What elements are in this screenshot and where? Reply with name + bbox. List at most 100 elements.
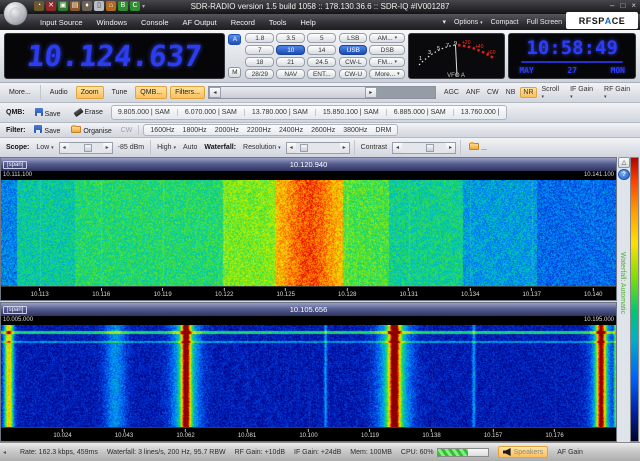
speakers-button[interactable]: Speakers (498, 446, 549, 458)
contrast-slider[interactable]: ◂ ▸ (392, 142, 456, 154)
qmb-memory-3[interactable]: 13.780.000 | SAM (250, 108, 310, 117)
mode-dsb[interactable]: DSB (369, 45, 405, 55)
menu-console[interactable]: Console (141, 18, 169, 27)
band-1-8[interactable]: 1.8 (245, 33, 274, 43)
resolution-slider[interactable]: ◂ ▸ (286, 142, 350, 154)
resolution-menu[interactable]: Resolution ▾ (241, 143, 283, 152)
tune-button[interactable]: Tune (107, 86, 133, 99)
slider-left-icon[interactable]: ◂ (393, 143, 402, 153)
status-collapse-icon[interactable]: ◂ (3, 449, 11, 456)
filter-save-button[interactable]: Save (30, 124, 64, 136)
band-24-5[interactable]: 24.5 (307, 57, 336, 67)
scrollbar-thumb[interactable] (221, 87, 365, 98)
band-14[interactable]: 14 (307, 45, 336, 55)
mode-cw-l[interactable]: CW-L (339, 57, 367, 67)
slider-right-icon[interactable]: ▸ (103, 143, 112, 153)
menu-windows[interactable]: Windows (97, 18, 127, 27)
filter-1800hz[interactable]: 1800Hz (181, 126, 209, 135)
audio-button[interactable]: Audio (45, 86, 73, 99)
filter-drm[interactable]: DRM (373, 126, 393, 135)
frequency-scrollbar[interactable]: ◂ ▸ (208, 86, 436, 99)
qmb-memory-1[interactable]: 9.805.000 | SAM (116, 108, 172, 117)
scope-auto-button[interactable]: Auto (181, 143, 199, 152)
memory-button[interactable]: M (228, 67, 241, 78)
scope-low-menu[interactable]: Low ▾ (34, 143, 55, 152)
app-menu-button[interactable] (3, 1, 28, 26)
fullscreen-button[interactable]: Full Screen (527, 19, 562, 26)
scope-high-menu[interactable]: High ▾ (155, 143, 178, 152)
mode-am[interactable]: AM...▾ (369, 33, 405, 43)
scope-low-slider[interactable]: ◂ ▸ (59, 142, 113, 154)
ribbon-collapse-icon[interactable]: ▾ (442, 18, 446, 26)
filter-cw-button[interactable]: CW (119, 126, 135, 135)
menu-record[interactable]: Record (231, 18, 255, 27)
zoom-button[interactable]: Zoom (76, 86, 104, 99)
compact-button[interactable]: Compact (491, 19, 519, 26)
band-21[interactable]: 21 (276, 57, 305, 67)
frequency-display[interactable]: 10.124.637 (4, 33, 225, 79)
qmb-memory-5[interactable]: 6.885.000 | SAM (392, 108, 448, 117)
waterfall-palette-bar[interactable] (630, 157, 639, 442)
menu-help[interactable]: Help (300, 18, 315, 27)
slider-thumb[interactable] (426, 144, 434, 152)
help-button[interactable]: ? (618, 169, 630, 180)
nb-toggle[interactable]: NB (504, 88, 518, 97)
qmb-erase-button[interactable]: Erase (69, 106, 108, 119)
slider-right-icon[interactable]: ▸ (446, 143, 455, 153)
scrollbar-track[interactable] (377, 87, 435, 98)
mode-lsb[interactable]: LSB (339, 33, 367, 43)
cw-toggle[interactable]: CW (485, 88, 501, 97)
menu-af-output[interactable]: AF Output (183, 18, 217, 27)
slider-right-icon[interactable]: ▸ (340, 143, 349, 153)
ent-button[interactable]: ENT... (307, 69, 336, 79)
menu-input-source[interactable]: Input Source (40, 18, 83, 27)
filter-2000hz[interactable]: 2000Hz (213, 126, 241, 135)
if-gain-menu[interactable]: IF Gain ▾ (568, 85, 599, 101)
filter-2400hz[interactable]: 2400Hz (277, 126, 305, 135)
close-button[interactable]: × (631, 1, 636, 10)
mode-fm[interactable]: FM...▾ (369, 57, 405, 67)
qmb-memory-4[interactable]: 15.850.100 | SAM (321, 108, 381, 117)
collapse-up-button[interactable]: △ (618, 157, 630, 168)
waterfall-2-display[interactable] (1, 325, 616, 427)
filters-button[interactable]: Filters... (170, 86, 205, 99)
scroll-left-icon[interactable]: ◂ (209, 87, 221, 98)
waterfall-options-button[interactable]: ... (465, 142, 491, 153)
band-5[interactable]: 5 (307, 33, 336, 43)
band-18[interactable]: 18 (245, 57, 274, 67)
nr-toggle[interactable]: NR (520, 87, 536, 98)
af-gain-button[interactable]: AF Gain (557, 449, 583, 456)
slider-left-icon[interactable]: ◂ (287, 143, 296, 153)
band-3-5[interactable]: 3.5 (276, 33, 305, 43)
band-28-29[interactable]: 28/29 (245, 69, 274, 79)
minimize-button[interactable]: – (610, 1, 614, 10)
slider-left-icon[interactable]: ◂ (60, 143, 69, 153)
anf-toggle[interactable]: ANF (464, 88, 482, 97)
agc-toggle[interactable]: AGC (442, 88, 461, 97)
mode-cw-u[interactable]: CW-U (339, 69, 367, 79)
options-menu[interactable]: Options ▾ (454, 19, 483, 26)
nav-button[interactable]: NAV (276, 69, 305, 79)
scroll-right-icon[interactable]: ▸ (365, 87, 377, 98)
scroll-menu[interactable]: Scroll ▾ (540, 85, 566, 101)
filter-2600hz[interactable]: 2600Hz (309, 126, 337, 135)
qmb-memory-2[interactable]: 6.070.000 | SAM (183, 108, 239, 117)
qmb-save-button[interactable]: Save (30, 105, 66, 121)
filter-3800hz[interactable]: 3800Hz (341, 126, 369, 135)
qmb-button[interactable]: QMB... (135, 86, 167, 99)
waterfall-1-display[interactable] (1, 180, 616, 286)
maximize-button[interactable]: □ (620, 1, 625, 10)
filter-2200hz[interactable]: 2200Hz (245, 126, 273, 135)
band-10[interactable]: 10 (276, 45, 305, 55)
rf-gain-menu[interactable]: RF Gain ▾ (602, 85, 636, 101)
menu-tools[interactable]: Tools (269, 18, 287, 27)
qmb-memory-6[interactable]: 13.760.000 | (459, 108, 502, 117)
vfo-a-button[interactable]: A (228, 34, 241, 45)
filter-1600hz[interactable]: 1600Hz (148, 126, 176, 135)
slider-thumb[interactable] (84, 144, 92, 152)
more-button[interactable]: More... (4, 86, 36, 99)
band-7[interactable]: 7 (245, 45, 274, 55)
slider-thumb[interactable] (300, 144, 308, 152)
mode-more[interactable]: More...▾ (369, 69, 405, 79)
mode-usb[interactable]: USB (339, 45, 367, 55)
